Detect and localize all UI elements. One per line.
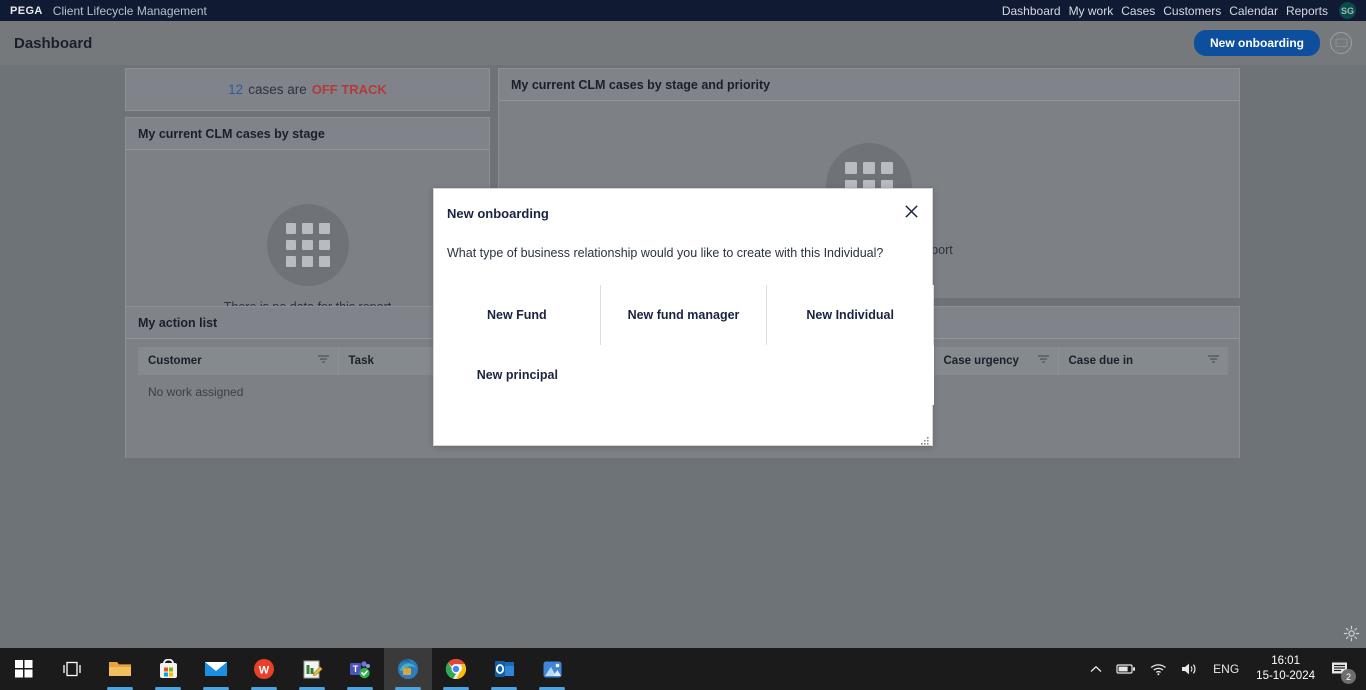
column-header-customer-label: Customer [148,355,202,367]
chevron-up-icon[interactable] [1083,648,1109,690]
wifi-icon[interactable] [1143,648,1174,690]
column-header-case-due-in-label: Case due in [1068,355,1134,367]
column-header-task-label: Task [348,355,374,367]
page-title: Dashboard [14,34,93,52]
option-new-principal-label: New principal [476,368,558,382]
task-view-button[interactable] [48,648,96,690]
microsoft-edge[interactable] [384,648,432,690]
modal-options-row-2: New principal [434,345,934,405]
option-empty-slot-2 [767,345,934,405]
clock-time: 16:01 [1271,655,1300,667]
brand-bar: PEGA Client Lifecycle Management Dashboa… [0,0,1366,21]
google-chrome[interactable] [432,648,480,690]
option-new-fund[interactable]: New Fund [434,285,601,345]
application-viewport: PEGA Client Lifecycle Management Dashboa… [0,0,1366,648]
modal-question: What type of business relationship would… [447,246,884,260]
resize-grip-icon[interactable] [920,433,930,445]
filter-icon[interactable] [1037,354,1050,368]
modal-options-row-1: New Fund New fund manager New Individual [434,285,934,345]
taskbar-icons: W T [0,648,576,690]
nav-item-reports[interactable]: Reports [1286,4,1328,18]
wps-office[interactable]: W [240,648,288,690]
new-onboarding-modal: New onboarding What type of business rel… [433,188,934,446]
chat-bubble-icon[interactable] [1330,32,1352,54]
nav-item-customers[interactable]: Customers [1163,4,1221,18]
new-onboarding-button[interactable]: New onboarding [1194,30,1320,56]
notepad-editor[interactable] [288,648,336,690]
svg-text:W: W [259,665,270,677]
off-track-count: 12 [228,82,244,97]
nav-item-calendar[interactable]: Calendar [1229,4,1278,18]
microsoft-teams[interactable]: T [336,648,384,690]
off-track-middle-text: cases are [248,82,307,97]
file-explorer[interactable] [96,648,144,690]
column-header-case-urgency[interactable]: Case urgency [933,347,1059,375]
close-icon[interactable] [900,200,922,222]
battery-icon[interactable] [1109,648,1143,690]
notification-icon[interactable]: 2 [1325,648,1360,690]
option-new-fund-manager[interactable]: New fund manager [600,285,768,345]
gear-icon[interactable] [1340,622,1362,644]
column-header-customer[interactable]: Customer [138,347,339,375]
column-header-case-due-in[interactable]: Case due in [1058,347,1228,375]
filter-icon[interactable] [1207,354,1220,368]
page-header-actions: New onboarding [1194,30,1352,56]
photos[interactable] [528,648,576,690]
nav-item-dashboard[interactable]: Dashboard [1002,4,1061,18]
pega-logo: PEGA [10,4,43,17]
option-new-principal[interactable]: New principal [434,345,601,405]
user-avatar[interactable]: SG [1339,2,1356,19]
option-empty-slot-1 [600,345,768,405]
option-new-individual[interactable]: New Individual [767,285,934,345]
start-button[interactable] [0,648,48,690]
taskbar-clock[interactable]: 16:01 15-10-2024 [1246,648,1325,690]
widget-cases-by-stage-and-priority-title: My current CLM cases by stage and priori… [499,69,1239,101]
option-new-fund-label: New Fund [486,308,547,322]
volume-icon[interactable] [1174,648,1206,690]
microsoft-outlook[interactable] [480,648,528,690]
top-navigation: Dashboard My work Cases Customers Calend… [1002,2,1356,19]
microsoft-store[interactable] [144,648,192,690]
option-new-fund-manager-label: New fund manager [627,308,740,322]
modal-title: New onboarding [447,206,549,221]
off-track-status: OFF TRACK [311,82,387,97]
filter-icon[interactable] [317,354,330,368]
column-header-case-urgency-label: Case urgency [943,355,1019,367]
no-data-grid-icon [266,204,349,286]
widget-cases-by-stage-title: My current CLM cases by stage [126,118,489,150]
option-new-individual-label: New Individual [806,308,894,322]
off-track-summary[interactable]: 12 cases are OFF TRACK [125,68,490,111]
language-indicator[interactable]: ENG [1206,648,1246,690]
page-header: Dashboard New onboarding [0,21,1366,65]
application-name: Client Lifecycle Management [52,3,207,18]
windows-taskbar: W T ENG 16:01 15-10-2024 2 [0,648,1366,690]
svg-text:T: T [353,664,359,674]
system-tray: ENG 16:01 15-10-2024 2 [1083,648,1366,690]
clock-date: 15-10-2024 [1256,670,1315,682]
mail[interactable] [192,648,240,690]
nav-item-cases[interactable]: Cases [1121,4,1155,18]
notification-count-badge: 2 [1341,669,1356,684]
nav-item-my-work[interactable]: My work [1069,4,1114,18]
